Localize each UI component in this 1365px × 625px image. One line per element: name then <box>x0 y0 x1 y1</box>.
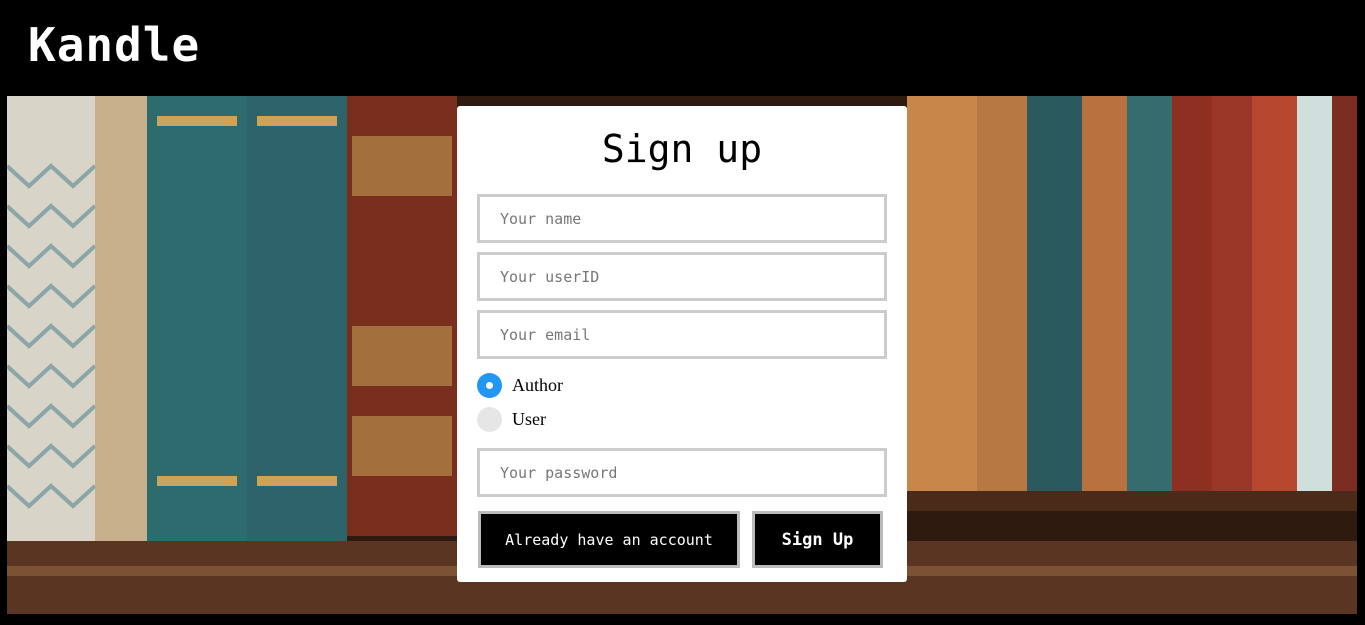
user-radio-label: User <box>512 408 546 429</box>
signup-card: Sign up Author User Already have an acco… <box>457 106 907 582</box>
user-radio[interactable] <box>477 406 502 432</box>
role-option-user[interactable]: User <box>477 406 546 432</box>
top-bar: Kandle <box>0 0 1365 96</box>
password-input[interactable] <box>477 448 887 497</box>
email-input[interactable] <box>477 310 887 359</box>
author-radio-label: Author <box>512 374 563 395</box>
author-radio[interactable] <box>477 372 502 398</box>
userid-input[interactable] <box>477 252 887 301</box>
name-input[interactable] <box>477 194 887 243</box>
already-have-account-button[interactable]: Already have an account <box>478 511 740 568</box>
signup-button[interactable]: Sign Up <box>752 511 883 568</box>
brand-logo[interactable]: Kandle <box>28 22 200 68</box>
signup-title: Sign up <box>601 127 763 171</box>
role-option-author[interactable]: Author <box>477 372 563 398</box>
